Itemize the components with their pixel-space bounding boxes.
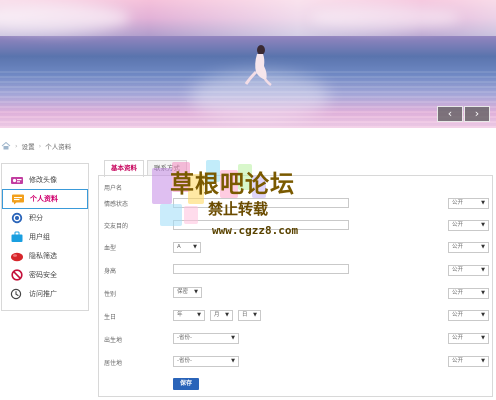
breadcrumb: › 设置 › 个人资料 [0,141,72,151]
breadcrumb-settings[interactable]: 设置 [22,141,35,151]
height-input[interactable] [173,264,349,274]
sidebar-item-avatar[interactable]: 修改头像 [2,170,88,190]
sidebar-item-password[interactable]: 密码安全 [2,265,88,285]
username-label: 用户名 [104,185,123,192]
chevron-down-icon: ▼ [481,290,485,296]
gender-privacy-select[interactable]: 公开 ▼ [448,288,489,299]
chevron-down-icon: ▼ [481,312,485,318]
privacy-icon [11,252,23,262]
save-button[interactable]: 保存 [173,378,199,390]
birthplace-select[interactable]: -省份- ▼ [173,333,239,344]
chevron-down-icon: ▼ [197,312,201,318]
chevron-down-icon: ▼ [194,289,198,295]
bloodtype-label: 血型 [104,245,117,252]
banner-next-button[interactable]: › [464,106,490,122]
banner-prev-button[interactable]: ‹ [437,106,463,122]
points-icon [11,212,23,224]
group-icon [11,231,23,242]
sidebar-item-label: 积分 [29,214,43,222]
height-privacy-select[interactable]: 公开 ▼ [448,265,489,276]
sidebar-item-usergroup[interactable]: 用户组 [2,227,88,247]
sidebar-item-profile[interactable]: 个人资料 [2,189,88,209]
breadcrumb-profile: 个人资料 [45,143,72,151]
sidebar-item-label: 用户组 [29,233,50,241]
chevron-down-icon: ▼ [481,200,485,206]
breadcrumb-separator: › [15,142,18,150]
chevron-down-icon: ▼ [481,244,485,250]
purpose-input[interactable] [173,220,349,230]
profile-card-icon [12,194,24,205]
birthday-privacy-select[interactable]: 公开 ▼ [448,310,489,321]
sidebar-item-privacy[interactable]: 隐私筛选 [2,246,88,266]
sidebar-item-label: 隐私筛选 [29,252,57,260]
sidebar-item-promote[interactable]: 访问推广 [2,284,88,304]
chevron-down-icon: ▼ [231,358,235,364]
header-banner: ‹ › [0,0,496,128]
password-icon [11,269,23,281]
purpose-label: 交友目的 [104,223,129,230]
bloodtype-select[interactable]: A ▼ [173,242,201,253]
chevron-down-icon: ▼ [231,335,235,341]
chevron-down-icon: ▼ [253,312,257,318]
tab-contact[interactable]: 联系方式 [147,160,187,176]
chevron-down-icon: ▼ [481,358,485,364]
purpose-privacy-select[interactable]: 公开 ▼ [448,220,489,231]
profile-form-panel [98,175,493,397]
settings-sidebar: 修改头像 个人资料 积分 用户组 隐私筛选 密码安全 访问推广 [1,163,89,311]
bloodtype-privacy-select[interactable]: 公开 ▼ [448,242,489,253]
sidebar-item-label: 访问推广 [29,290,57,298]
birthplace-privacy-select[interactable]: 公开 ▼ [448,333,489,344]
breadcrumb-separator: › [38,142,42,150]
residence-label: 居住地 [104,360,123,367]
chevron-down-icon: ▼ [481,267,485,273]
gender-label: 性别 [104,291,117,298]
profile-tabs: 基本资料 联系方式 [104,160,190,177]
birthplace-label: 出生地 [104,337,123,344]
sidebar-item-points[interactable]: 积分 [2,208,88,228]
sidebar-item-label: 密码安全 [29,271,57,279]
gender-select[interactable]: 保密 ▼ [173,287,202,298]
promote-icon [10,288,22,300]
relationship-input[interactable] [173,198,349,208]
chevron-down-icon: ▼ [481,222,485,228]
birthday-label: 生日 [104,314,117,321]
swimmer-figure [244,45,272,86]
residence-select[interactable]: -省份- ▼ [173,356,239,367]
height-label: 身高 [104,268,117,275]
chevron-down-icon: ▼ [225,312,229,318]
chevron-down-icon: ▼ [481,335,485,341]
sidebar-item-label: 个人资料 [30,195,58,203]
birth-day-select[interactable]: 日 ▼ [238,310,261,321]
home-icon[interactable] [1,142,11,150]
relationship-privacy-select[interactable]: 公开 ▼ [448,198,489,209]
chevron-down-icon: ▼ [193,244,197,250]
birth-month-select[interactable]: 月 ▼ [210,310,233,321]
sidebar-item-label: 修改头像 [29,176,57,184]
avatar-icon [11,177,23,184]
relationship-label: 情感状态 [104,201,129,208]
birth-year-select[interactable]: 年 ▼ [173,310,205,321]
residence-privacy-select[interactable]: 公开 ▼ [448,356,489,367]
